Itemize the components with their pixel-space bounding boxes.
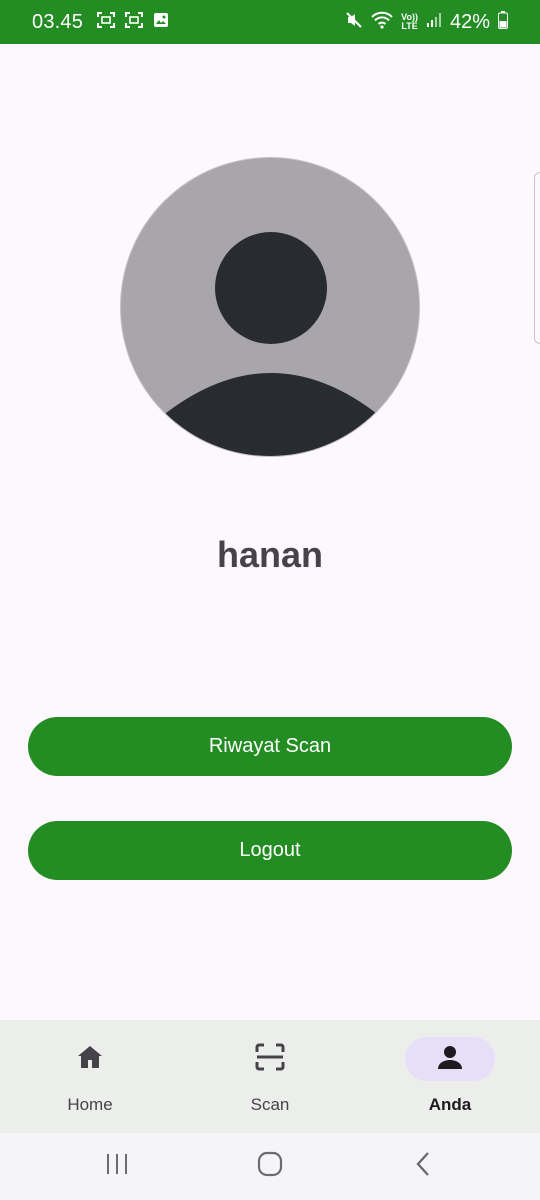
battery-icon <box>498 10 508 34</box>
back-button[interactable] <box>393 1147 453 1187</box>
bottom-navigation: Home Scan Anda <box>0 1020 540 1133</box>
back-chevron-icon <box>413 1151 433 1182</box>
signal-icon <box>426 12 442 33</box>
battery-percent: 42% <box>449 10 490 33</box>
recent-apps-button[interactable] <box>87 1147 147 1187</box>
wifi-icon <box>371 11 393 34</box>
nav-label-home: Home <box>67 1095 113 1114</box>
scan-history-button[interactable]: Riwayat Scan <box>28 717 512 776</box>
status-right: Vo)) LTE 42% <box>345 10 508 34</box>
nav-item-scan[interactable]: Scan <box>180 1020 360 1133</box>
profile-username: hanan <box>216 534 323 575</box>
volte-indicator: Vo)) LTE <box>401 13 418 31</box>
system-navigation-bar <box>0 1133 540 1200</box>
person-icon <box>437 1044 463 1075</box>
edge-panel-handle[interactable] <box>534 172 540 344</box>
nav-item-anda[interactable]: Anda <box>360 1020 540 1133</box>
gallery-icon <box>153 12 169 33</box>
nav-icon-container <box>45 1037 135 1081</box>
screenshot-icon <box>97 11 116 33</box>
avatar <box>120 157 420 457</box>
logout-button[interactable]: Logout <box>28 821 512 880</box>
status-bar: 03.45 Vo)) LTE 42% <box>0 0 540 44</box>
status-left: 03.45 <box>32 11 169 34</box>
mute-icon <box>345 11 363 34</box>
scan-icon <box>255 1043 285 1076</box>
status-time: 03.45 <box>32 10 84 33</box>
nav-icon-container <box>225 1037 315 1081</box>
screenshot-icon <box>125 11 144 33</box>
recent-apps-icon <box>104 1152 130 1181</box>
nav-label-scan: Scan <box>250 1095 290 1114</box>
volte-bottom: LTE <box>401 21 418 31</box>
home-icon <box>76 1044 104 1075</box>
nav-label-anda: Anda <box>428 1095 472 1114</box>
nav-icon-container-active <box>405 1037 495 1081</box>
home-circle-icon <box>257 1151 283 1182</box>
default-avatar-icon <box>166 232 376 456</box>
nav-item-home[interactable]: Home <box>0 1020 180 1133</box>
home-system-button[interactable] <box>240 1147 300 1187</box>
